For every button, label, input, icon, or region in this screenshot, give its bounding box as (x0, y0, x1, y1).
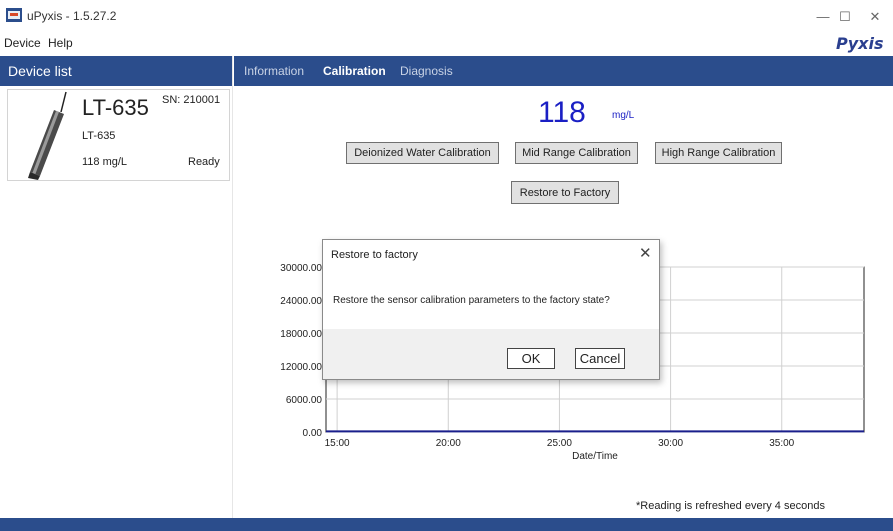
high-range-calibration-button[interactable]: High Range Calibration (655, 142, 782, 164)
tab-bar: Information Calibration Diagnosis (234, 56, 893, 86)
x-tick-label: 25:00 (547, 438, 572, 449)
refresh-note: *Reading is refreshed every 4 seconds (636, 500, 825, 512)
dialog-footer: OK Cancel (323, 329, 659, 379)
x-tick-label: 35:00 (769, 438, 794, 449)
device-status: Ready (188, 156, 220, 168)
x-axis-label: Date/Time (572, 451, 618, 462)
window-title: uPyxis - 1.5.27.2 (27, 9, 117, 23)
y-tick-label: 0.00 (303, 428, 323, 439)
dialog-ok-button[interactable]: OK (507, 348, 555, 369)
dialog-close-icon[interactable]: ✕ (639, 244, 652, 262)
app-icon (6, 8, 22, 22)
menu-device[interactable]: Device (4, 36, 41, 50)
reading-value: 118 (538, 96, 586, 129)
restore-factory-button[interactable]: Restore to Factory (511, 181, 619, 204)
device-model: LT-635 (82, 130, 116, 142)
device-reading: 118 mg/L (82, 156, 128, 168)
device-list-header: Device list (0, 56, 232, 86)
close-window-button[interactable]: ✕ (860, 6, 890, 28)
reading-unit: mg/L (612, 110, 635, 121)
menu-help[interactable]: Help (48, 36, 73, 50)
restore-factory-dialog: Restore to factory ✕ Restore the sensor … (322, 239, 660, 380)
dialog-message: Restore the sensor calibration parameter… (333, 295, 610, 306)
device-card[interactable]: LT-635 SN: 210001 LT-635 118 mg/L Ready (7, 89, 230, 181)
y-tick-label: 30000.00 (280, 263, 322, 274)
dialog-cancel-button[interactable]: Cancel (575, 348, 625, 369)
dialog-title: Restore to factory (331, 249, 418, 261)
x-tick-label: 30:00 (658, 438, 683, 449)
y-tick-label: 18000.00 (280, 329, 322, 340)
y-tick-label: 24000.00 (280, 296, 322, 307)
panel-divider (232, 56, 233, 518)
tab-information[interactable]: Information (244, 64, 304, 78)
y-tick-label: 6000.00 (286, 395, 323, 406)
mid-range-calibration-button[interactable]: Mid Range Calibration (515, 142, 638, 164)
title-bar: uPyxis - 1.5.27.2 — ☐ ✕ (0, 0, 893, 32)
sensor-image (28, 91, 67, 180)
tab-diagnosis[interactable]: Diagnosis (400, 64, 453, 78)
maximize-button[interactable]: ☐ (830, 6, 860, 28)
di-water-calibration-button[interactable]: Deionized Water Calibration (346, 142, 499, 164)
device-name: LT-635 (82, 95, 149, 120)
x-tick-label: 15:00 (325, 438, 350, 449)
tab-calibration[interactable]: Calibration (323, 64, 386, 78)
brand-logo: Pyxis (836, 34, 884, 53)
menu-bar: Device Help Pyxis (0, 32, 893, 54)
status-bar (0, 518, 893, 531)
x-tick-label: 20:00 (436, 438, 461, 449)
device-serial: SN: 210001 (162, 94, 221, 106)
y-tick-label: 12000.00 (280, 362, 322, 373)
